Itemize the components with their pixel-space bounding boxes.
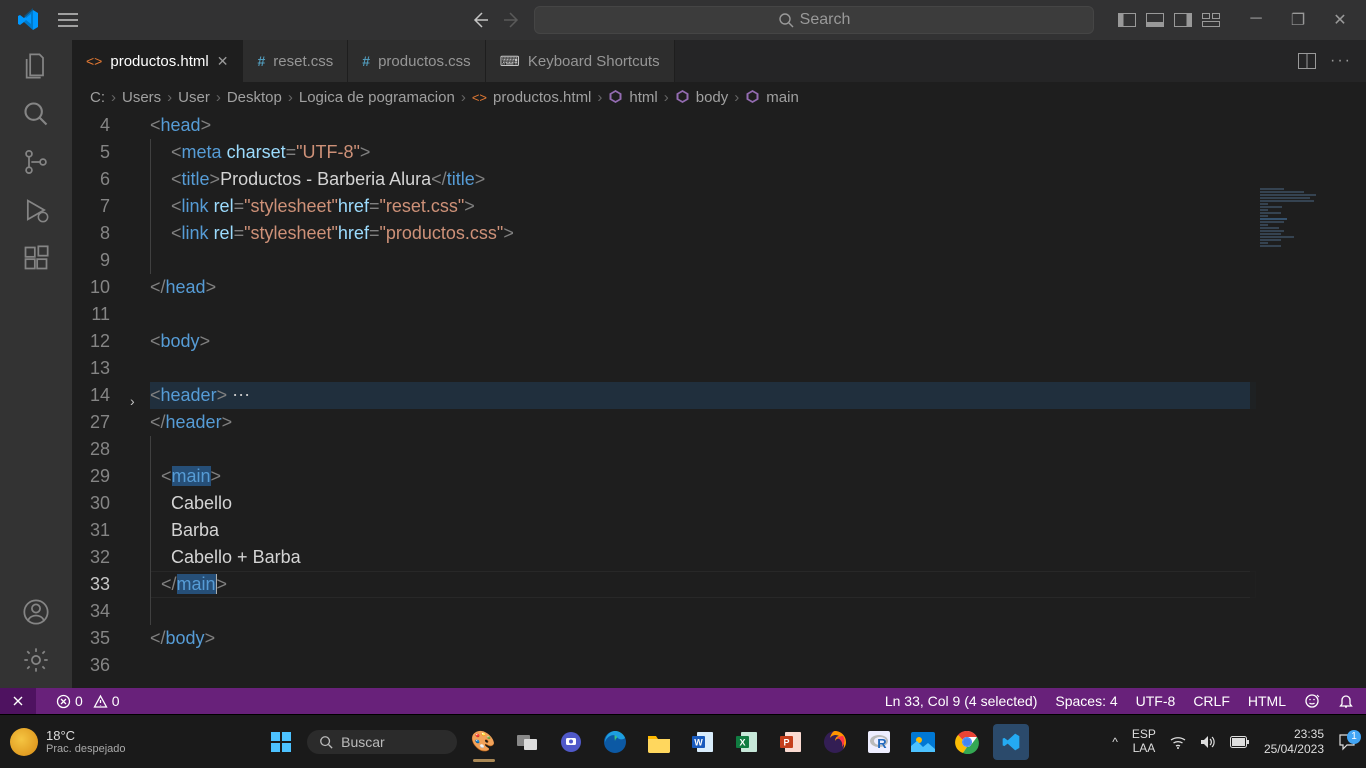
symbol-icon — [675, 89, 690, 106]
nav-forward-icon[interactable] — [502, 10, 522, 30]
command-center-search[interactable]: Search — [534, 6, 1094, 34]
tray-chevron-icon[interactable]: ^ — [1112, 735, 1118, 749]
vscode-logo-icon — [16, 8, 40, 32]
wifi-icon[interactable] — [1170, 735, 1186, 749]
indentation[interactable]: Spaces: 4 — [1055, 693, 1117, 709]
editor-tab[interactable]: # productos.css — [348, 40, 485, 82]
breadcrumb-symbol[interactable]: main — [766, 89, 799, 106]
layout-sidebar-right-icon[interactable] — [1174, 13, 1192, 27]
tab-label: productos.html — [110, 53, 208, 70]
titlebar: Search ─ ❐ ✕ — [0, 0, 1366, 40]
chat-icon[interactable] — [553, 724, 589, 760]
status-bar: 0 0 Ln 33, Col 9 (4 selected) Spaces: 4 … — [0, 688, 1366, 714]
close-tab-icon[interactable]: ✕ — [217, 53, 229, 70]
word-icon[interactable]: W — [685, 724, 721, 760]
run-debug-icon[interactable] — [22, 196, 50, 224]
task-view-icon[interactable]: 🎨 — [465, 724, 501, 760]
source-control-icon[interactable] — [22, 148, 50, 176]
activity-bar — [0, 40, 72, 688]
notification-center-icon[interactable]: 1 — [1338, 733, 1356, 751]
editor-tab[interactable]: <> productos.html ✕ — [72, 40, 243, 82]
vscode-taskbar-icon[interactable] — [993, 724, 1029, 760]
breadcrumb-segment[interactable]: Users — [122, 89, 161, 106]
css-file-icon: # — [362, 53, 370, 69]
start-button-icon[interactable] — [263, 724, 299, 760]
layout-sidebar-left-icon[interactable] — [1118, 13, 1136, 27]
taskbar-search[interactable]: Buscar — [307, 730, 457, 754]
search-sidebar-icon[interactable] — [22, 100, 50, 128]
tab-label: Keyboard Shortcuts — [528, 53, 660, 70]
css-file-icon: # — [257, 53, 265, 69]
extensions-icon[interactable] — [22, 244, 50, 272]
svg-text:W: W — [694, 737, 703, 747]
window-maximize-icon[interactable]: ❐ — [1280, 10, 1316, 30]
tab-label: productos.css — [378, 53, 471, 70]
volume-icon[interactable] — [1200, 735, 1216, 749]
search-placeholder: Search — [800, 11, 851, 29]
symbol-icon — [608, 89, 623, 106]
layout-panel-bottom-icon[interactable] — [1146, 13, 1164, 27]
fold-chevron-icon[interactable]: › — [130, 388, 135, 415]
editor-tab[interactable]: # reset.css — [243, 40, 348, 82]
remote-indicator[interactable] — [0, 688, 36, 714]
split-editor-icon[interactable] — [1298, 53, 1316, 69]
powerpoint-icon[interactable]: P — [773, 724, 809, 760]
windows-taskbar: 18°C Prac. despejado Buscar 🎨 W X P R ^ … — [0, 714, 1366, 768]
search-icon — [319, 735, 333, 749]
system-clock[interactable]: 23:3525/04/2023 — [1264, 727, 1324, 756]
breadcrumb-segment[interactable]: C: — [90, 89, 105, 106]
tab-label: reset.css — [273, 53, 333, 70]
warnings-count[interactable]: 0 — [93, 693, 120, 709]
task-view-icon[interactable] — [509, 724, 545, 760]
file-explorer-icon[interactable] — [641, 724, 677, 760]
breadcrumb-file[interactable]: productos.html — [493, 89, 591, 106]
breadcrumb-symbol[interactable]: html — [629, 89, 657, 106]
breadcrumb[interactable]: C:›Users›User›Desktop›Logica de pogramac… — [72, 82, 1366, 112]
symbol-icon — [745, 89, 760, 106]
svg-text:R: R — [877, 736, 887, 751]
svg-text:X: X — [740, 737, 746, 747]
explorer-icon[interactable] — [22, 52, 50, 80]
code-editor[interactable]: 456789101112131427282930313233343536 › <… — [72, 112, 1366, 688]
eol[interactable]: CRLF — [1193, 693, 1230, 709]
weather-desc: Prac. despejado — [46, 743, 126, 755]
accounts-icon[interactable] — [22, 598, 50, 626]
breadcrumb-segment[interactable]: Logica de pogramacion — [299, 89, 455, 106]
weather-icon — [10, 728, 38, 756]
window-minimize-icon[interactable]: ─ — [1238, 10, 1274, 30]
more-actions-icon[interactable]: ··· — [1330, 52, 1352, 70]
breadcrumb-segment[interactable]: Desktop — [227, 89, 282, 106]
battery-icon[interactable] — [1230, 736, 1250, 748]
svg-text:P: P — [784, 737, 790, 747]
weather-widget[interactable]: 18°C Prac. despejado — [10, 728, 190, 756]
encoding[interactable]: UTF-8 — [1136, 693, 1176, 709]
errors-count[interactable]: 0 — [56, 693, 83, 709]
app-menu-icon[interactable] — [58, 12, 78, 28]
keyboard-icon: ⌨ — [500, 53, 520, 70]
r-icon[interactable]: R — [861, 724, 897, 760]
breadcrumb-segment[interactable]: User — [178, 89, 210, 106]
settings-gear-icon[interactable] — [22, 646, 50, 674]
cursor-position[interactable]: Ln 33, Col 9 (4 selected) — [885, 693, 1038, 709]
firefox-icon[interactable] — [817, 724, 853, 760]
language-mode[interactable]: HTML — [1248, 693, 1286, 709]
editor-tabs: <> productos.html ✕ # reset.css # productos.cs… — [72, 40, 1366, 82]
edge-icon[interactable] — [597, 724, 633, 760]
excel-icon[interactable]: X — [729, 724, 765, 760]
language-indicator[interactable]: ESPLAA — [1132, 728, 1156, 754]
nav-back-icon[interactable] — [470, 10, 490, 30]
chrome-icon[interactable] — [949, 724, 985, 760]
search-icon — [778, 12, 794, 28]
html-file-icon: <> — [86, 53, 102, 69]
editor-tab[interactable]: ⌨ Keyboard Shortcuts — [486, 40, 675, 82]
window-close-icon[interactable]: ✕ — [1322, 10, 1358, 30]
temperature: 18°C — [46, 728, 126, 743]
notifications-icon[interactable] — [1338, 693, 1354, 709]
app-icon[interactable] — [905, 724, 941, 760]
breadcrumb-symbol[interactable]: body — [696, 89, 729, 106]
feedback-icon[interactable] — [1304, 693, 1320, 709]
html-file-icon: <> — [472, 90, 487, 105]
customize-layout-icon[interactable] — [1202, 13, 1220, 27]
